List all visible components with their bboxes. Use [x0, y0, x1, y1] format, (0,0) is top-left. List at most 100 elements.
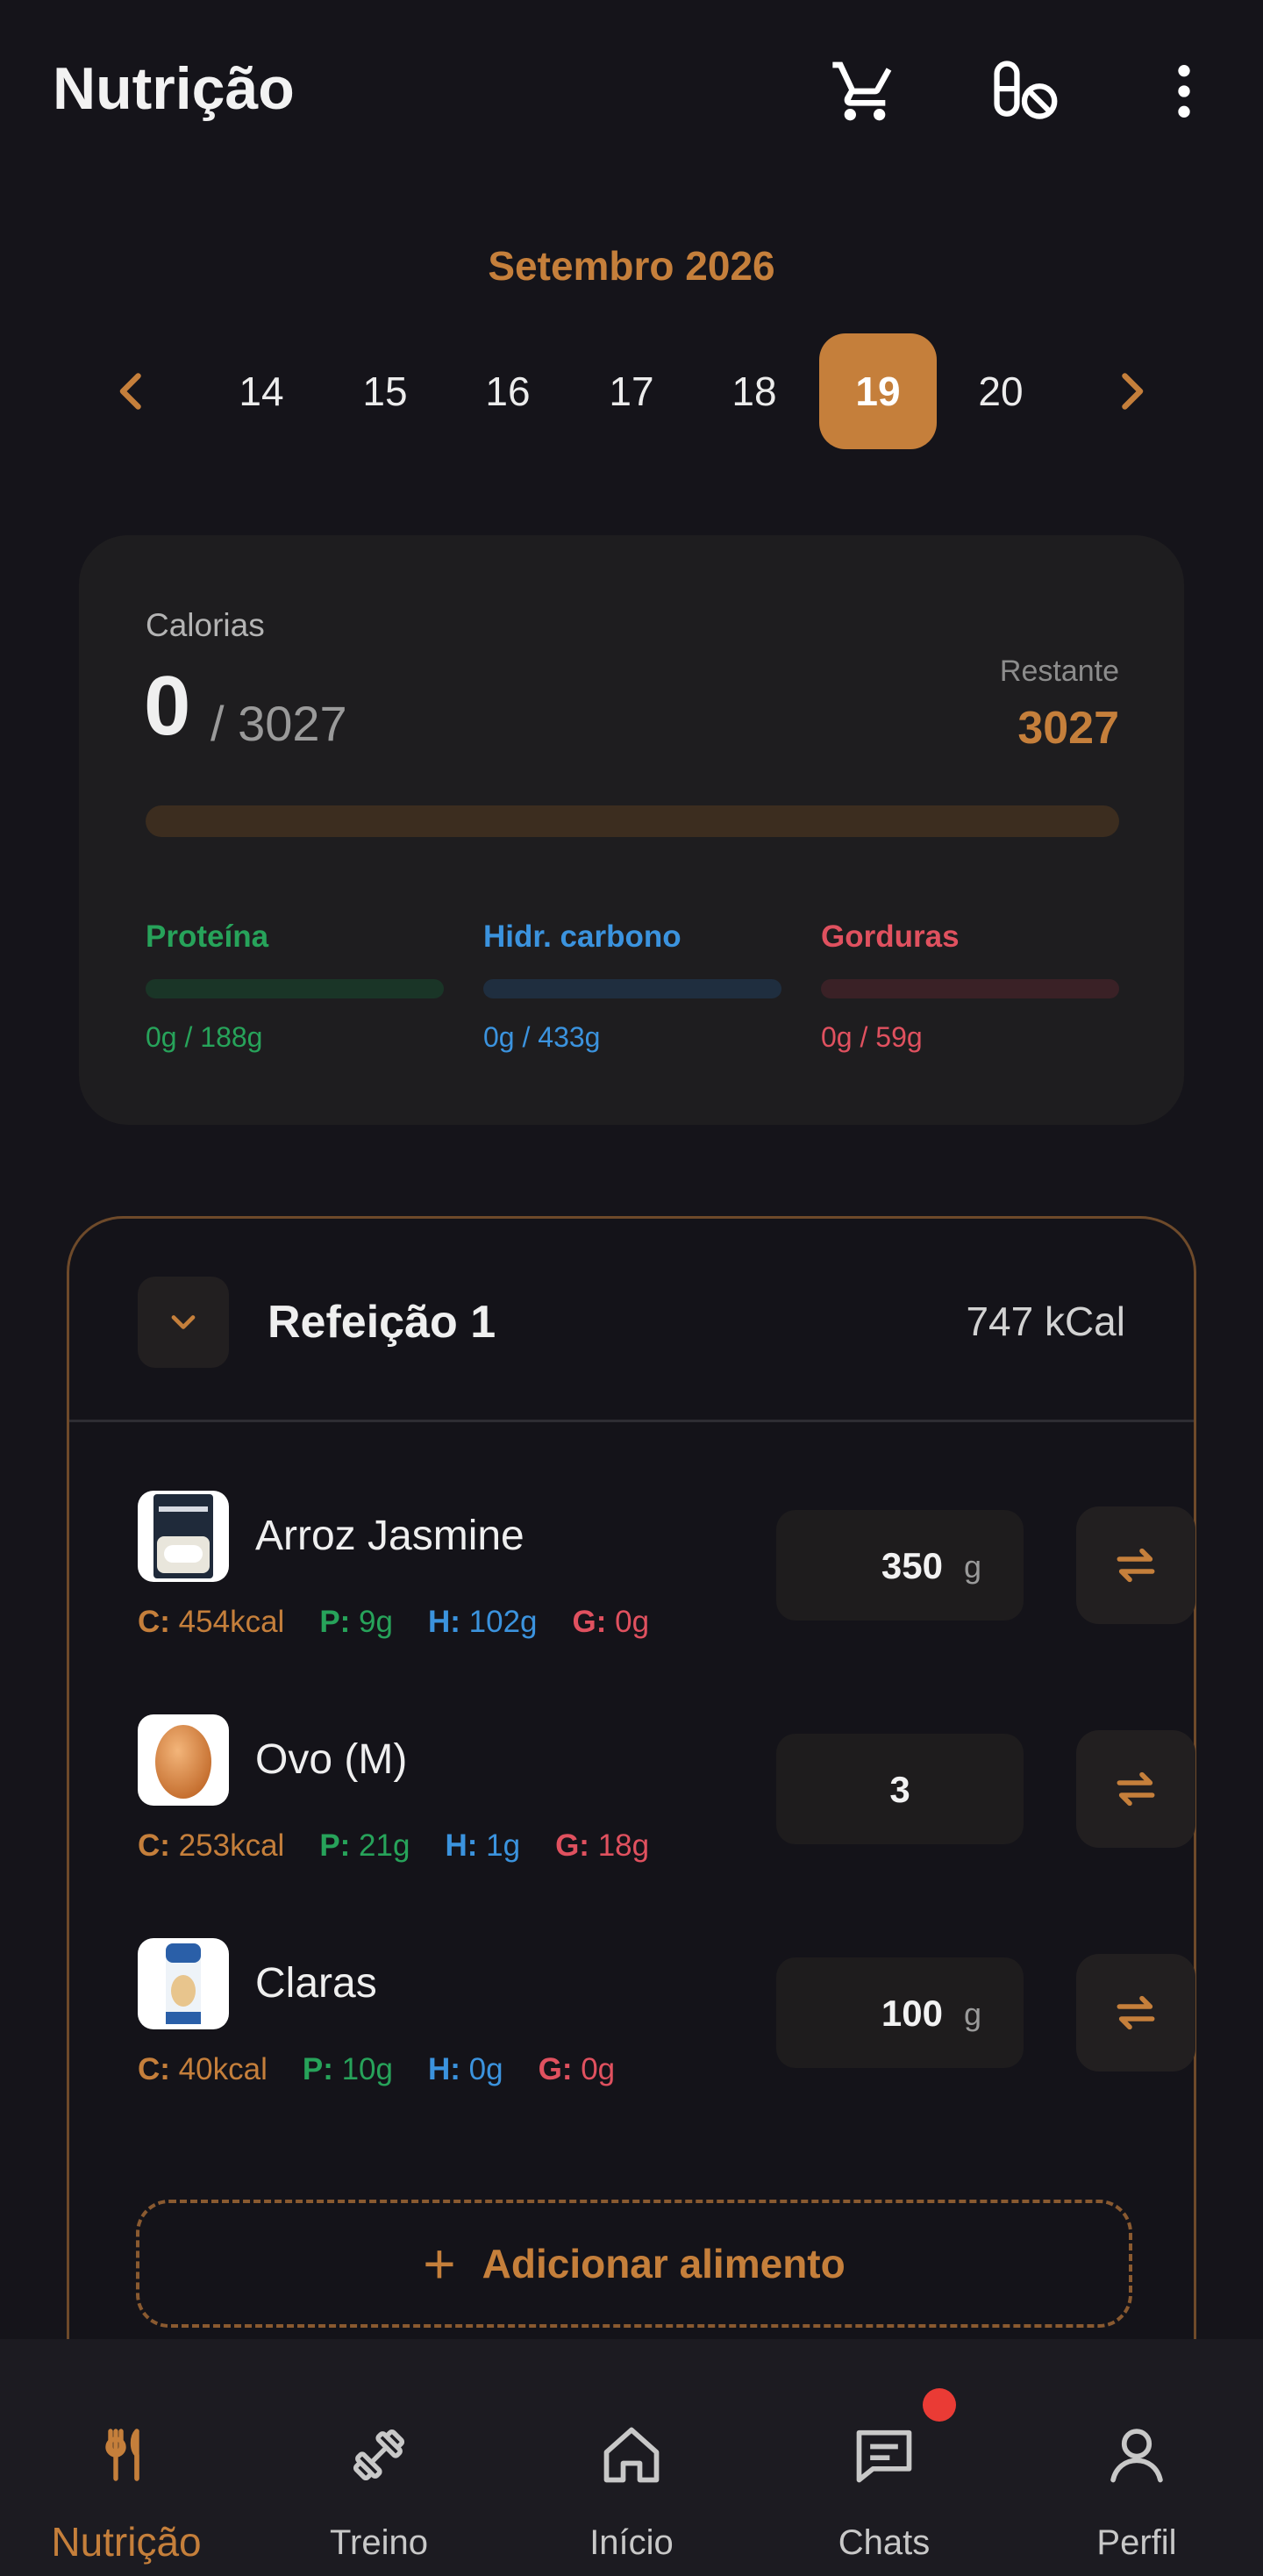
food-name: Claras	[255, 1960, 377, 2007]
macro-progress-bar	[483, 979, 781, 998]
quantity-value: 350	[881, 1545, 943, 1586]
more-vertical-icon[interactable]	[1149, 56, 1219, 126]
macro-prefix: H:	[427, 1605, 460, 1639]
macro-prefix: P:	[319, 1605, 351, 1639]
supplement-off-icon[interactable]	[989, 56, 1060, 126]
remaining-label: Restante	[999, 655, 1119, 688]
macro-prefix: H:	[427, 2052, 460, 2086]
food-carbs: 1g	[486, 1828, 521, 1863]
macro-prefix: G:	[538, 2052, 573, 2086]
bottom-navigation: Nutrição Treino Início Chats Perfil	[0, 2339, 1263, 2576]
calories-label: Calorias	[146, 607, 265, 643]
meal-card: Refeição 1 747 kCal Arroz Jasmine C: 454…	[67, 1216, 1196, 2357]
plus-icon: +	[423, 2232, 456, 2295]
food-fat: 0g	[581, 2052, 616, 2086]
nav-label: Perfil	[1096, 2523, 1177, 2562]
quantity-value: 3	[889, 1769, 910, 1810]
swap-button[interactable]	[1076, 1730, 1195, 1848]
macro-name: Proteína	[146, 919, 269, 954]
macro-value: 0g / 188g	[146, 1021, 263, 1053]
food-item[interactable]: Claras C: 40kcal P: 10g H: 0g G: 0g 100 g	[138, 1938, 1195, 2105]
add-food-button[interactable]: + Adicionar alimento	[136, 2200, 1132, 2328]
home-icon	[596, 2420, 667, 2490]
food-item[interactable]: Arroz Jasmine C: 454kcal P: 9g H: 102g G: 0…	[138, 1491, 1195, 1657]
food-macros: C: 454kcal P: 9g H: 102g G: 0g	[138, 1605, 684, 1640]
food-macros: C: 253kcal P: 21g H: 1g G: 18g	[138, 1828, 684, 1864]
macro-name: Gorduras	[821, 919, 960, 954]
nav-item-chats[interactable]: Chats	[758, 2339, 1010, 2576]
macro-prefix: P:	[319, 1828, 351, 1863]
food-image-rice	[138, 1491, 229, 1582]
food-carbs: 102g	[468, 1605, 538, 1639]
collapse-button[interactable]	[138, 1277, 229, 1368]
nav-label: Nutrição	[51, 2519, 202, 2565]
meal-title: Refeição 1	[268, 1297, 496, 1348]
day-button[interactable]: 18	[696, 333, 813, 449]
person-icon	[1102, 2420, 1172, 2490]
month-label: Setembro 2026	[488, 243, 775, 289]
quantity-input[interactable]: 100 g	[776, 1957, 1024, 2068]
food-macros: C: 40kcal P: 10g H: 0g G: 0g	[138, 2052, 650, 2087]
fork-knife-icon	[91, 2420, 161, 2490]
cart-icon[interactable]	[830, 56, 900, 126]
macro-value: 0g / 433g	[483, 1021, 601, 1053]
food-carbs: 0g	[468, 2052, 503, 2086]
macro-prefix: P:	[302, 2052, 333, 2086]
quantity-input[interactable]: 3	[776, 1734, 1024, 1844]
macro-prefix: C:	[138, 2052, 170, 2086]
remaining-value: 3027	[1017, 703, 1119, 754]
calories-progress-bar	[146, 805, 1119, 837]
day-button-selected[interactable]: 19	[819, 333, 937, 449]
day-button[interactable]: 16	[449, 333, 567, 449]
macro-fat: Gorduras 0g / 59g	[821, 919, 1119, 1054]
swap-button[interactable]	[1076, 1954, 1195, 2072]
quantity-value: 100	[881, 1993, 943, 2034]
macro-progress-bar	[821, 979, 1119, 998]
add-food-label: Adicionar alimento	[482, 2241, 846, 2286]
nav-label: Treino	[330, 2523, 428, 2562]
chevron-right-icon[interactable]	[1096, 356, 1167, 426]
day-button[interactable]: 17	[573, 333, 690, 449]
nav-label: Início	[589, 2523, 674, 2562]
day-button[interactable]: 15	[326, 333, 444, 449]
meal-header[interactable]: Refeição 1 747 kCal	[69, 1219, 1194, 1422]
nav-item-profile[interactable]: Perfil	[1010, 2339, 1263, 2576]
food-kcal: 40kcal	[178, 2052, 268, 2086]
page-title: Nutrição	[53, 55, 295, 122]
dumbbell-icon	[344, 2420, 414, 2490]
calories-consumed: 0	[144, 659, 191, 753]
food-kcal: 253kcal	[178, 1828, 285, 1863]
macro-name: Hidr. carbono	[483, 919, 681, 954]
food-image-egg	[138, 1714, 229, 1806]
food-name: Arroz Jasmine	[255, 1513, 524, 1559]
quantity-input[interactable]: 350 g	[776, 1510, 1024, 1621]
food-item[interactable]: Ovo (M) C: 253kcal P: 21g H: 1g G: 18g 3	[138, 1714, 1195, 1881]
day-button[interactable]: 20	[942, 333, 1060, 449]
nav-item-training[interactable]: Treino	[253, 2339, 505, 2576]
food-protein: 21g	[359, 1828, 410, 1863]
food-kcal: 454kcal	[178, 1605, 285, 1639]
chevron-left-icon[interactable]	[96, 356, 167, 426]
swap-icon	[1117, 1771, 1155, 1807]
calories-card: Calorias 0 / 3027 Restante 3027 Proteína…	[79, 535, 1184, 1125]
macro-prefix: C:	[138, 1828, 170, 1863]
chevron-down-icon	[171, 1315, 196, 1329]
macro-protein: Proteína 0g / 188g	[146, 919, 444, 1054]
macro-value: 0g / 59g	[821, 1021, 923, 1053]
food-protein: 10g	[341, 2052, 393, 2086]
food-fat: 0g	[615, 1605, 650, 1639]
macro-prefix: H:	[445, 1828, 478, 1863]
swap-icon	[1117, 1995, 1155, 2030]
macro-prefix: G:	[555, 1828, 589, 1863]
food-protein: 9g	[359, 1605, 393, 1639]
chat-icon	[849, 2420, 919, 2490]
day-button[interactable]: 14	[203, 333, 320, 449]
quantity-unit: g	[964, 1549, 982, 1585]
nav-item-nutrition[interactable]: Nutrição	[0, 2339, 253, 2576]
macro-prefix: G:	[572, 1605, 607, 1639]
nav-item-home[interactable]: Início	[505, 2339, 758, 2576]
swap-button[interactable]	[1076, 1506, 1195, 1624]
macro-progress-bar	[146, 979, 444, 998]
food-name: Ovo (M)	[255, 1736, 408, 1783]
calories-goal: / 3027	[210, 696, 347, 751]
